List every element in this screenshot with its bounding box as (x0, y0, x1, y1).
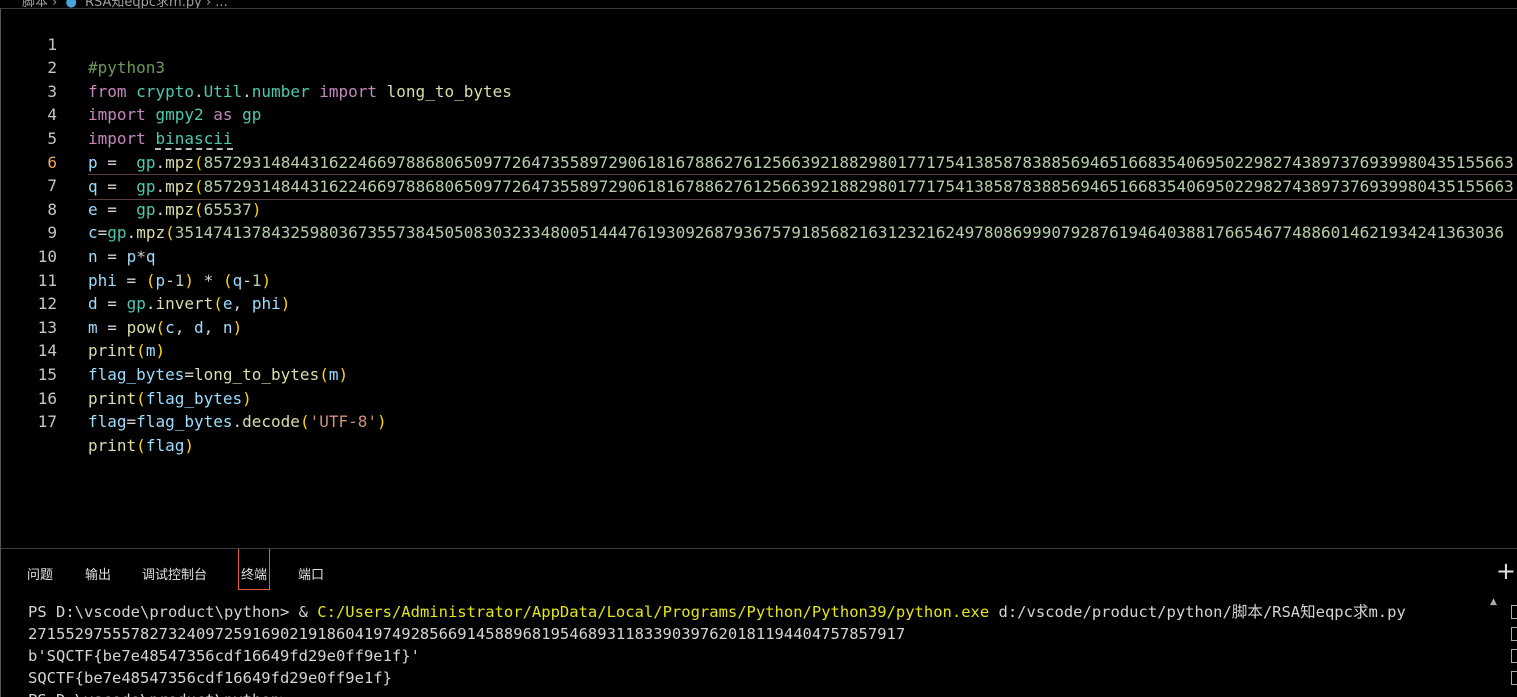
code-line[interactable]: 1 #python3 (1, 9, 1517, 78)
code-line[interactable]: 5 p = gp.mpz(857293148443162246697886806… (1, 103, 1517, 172)
breadcrumb-more[interactable]: ... (215, 0, 227, 8)
terminal-instance-icon[interactable] (1511, 605, 1517, 619)
tab-ports[interactable]: 端口 (298, 564, 324, 583)
code-line[interactable]: 13 print(m) (1, 292, 1517, 361)
code-text: flag=flag_bytes.decode('UTF-8') (88, 412, 387, 432)
code-line[interactable]: 7 e = gp.mpz(65537) (1, 151, 1517, 219)
python-exe-path: C:/Users/Administrator/AppData/Local/Pro… (317, 603, 990, 621)
new-terminal-button[interactable]: + (1496, 557, 1516, 585)
terminal-output-line: SQCTF{be7e48547356cdf16649fd29e0ff9e1f} (28, 669, 392, 687)
tab-output[interactable]: 输出 (85, 564, 111, 583)
scroll-up-icon[interactable]: ▲ (1490, 597, 1497, 607)
breadcrumb-separator: › (205, 0, 212, 8)
code-line[interactable]: 4 import binascii (1, 80, 1517, 150)
script-path: d:/vscode/product/python/脚本/RSA知eqpc求m.p… (989, 603, 1406, 621)
code-line[interactable]: 9 n = p*q (1, 198, 1517, 266)
code-line[interactable]: 14 flag_bytes=long_to_bytes(m) (1, 316, 1517, 384)
terminal-command-line: PS D:\vscode\product\python> & C:/Users/… (28, 603, 1406, 621)
breadcrumb-file[interactable]: RSA知eqpc求m.py (85, 0, 202, 8)
terminal-output-line: 2715529755578273240972591690219186041974… (28, 625, 906, 643)
code-line[interactable]: 12 m = pow(c, d, n) (1, 269, 1517, 337)
code-text: print(flag) (88, 435, 194, 455)
terminal-scrollbar[interactable]: ▲ (1488, 597, 1500, 697)
code-line[interactable]: 17 print(flag) (1, 387, 1517, 455)
bottom-panel: 问题 输出 调试控制台 终端 端口 + PS D:\vscode\product… (0, 548, 1517, 697)
code-line[interactable]: 15 print(flag_bytes) (1, 339, 1517, 408)
code-editor[interactable]: 1 #python3 2 from crypto.Util.number imp… (0, 8, 1517, 548)
code-line[interactable]: 3 import gmpy2 as gp (1, 56, 1517, 125)
tab-terminal[interactable]: 终端 (238, 549, 271, 590)
code-line[interactable]: 16 flag=flag_bytes.decode('UTF-8') (1, 363, 1517, 432)
terminal-output-line: b'SQCTF{be7e48547356cdf16649fd29e0ff9e1f… (28, 647, 420, 665)
code-line[interactable]: 8 c=gp.mpz(35147413784325980367355738450… (1, 174, 1517, 243)
code-line[interactable]: 2 from crypto.Util.number import long_to… (1, 33, 1517, 101)
terminal-instance-icon[interactable] (1511, 671, 1517, 685)
terminal-output[interactable]: PS D:\vscode\product\python> & C:/Users/… (28, 601, 1406, 697)
code-line[interactable]: 11 d = gp.invert(e, phi) (1, 245, 1517, 314)
code-line-current[interactable]: 6 q = gp.mpz(857293148443162246697886806… (1, 127, 1517, 200)
line-number: 17 (37, 412, 57, 432)
terminal-instance-icon[interactable] (1511, 627, 1517, 641)
python-file-icon: ● (65, 0, 77, 8)
code-line[interactable]: 10 phi = (p-1) * (q-1) (1, 221, 1517, 290)
tab-problems[interactable]: 问题 (27, 564, 53, 583)
breadcrumb-separator: › (52, 0, 58, 8)
breadcrumb-folder[interactable]: 脚本 (22, 0, 48, 8)
tab-debug-console[interactable]: 调试控制台 (142, 564, 207, 583)
terminal-prompt-line: PS D:\vscode\product\python> (28, 689, 1406, 697)
breadcrumb: 脚本 › ● RSA知eqpc求m.py › ... (0, 0, 1517, 8)
terminal-list (1511, 597, 1517, 697)
terminal-instance-icon[interactable] (1511, 649, 1517, 663)
panel-tabs: 问题 输出 调试控制台 终端 端口 + (1, 549, 1517, 597)
